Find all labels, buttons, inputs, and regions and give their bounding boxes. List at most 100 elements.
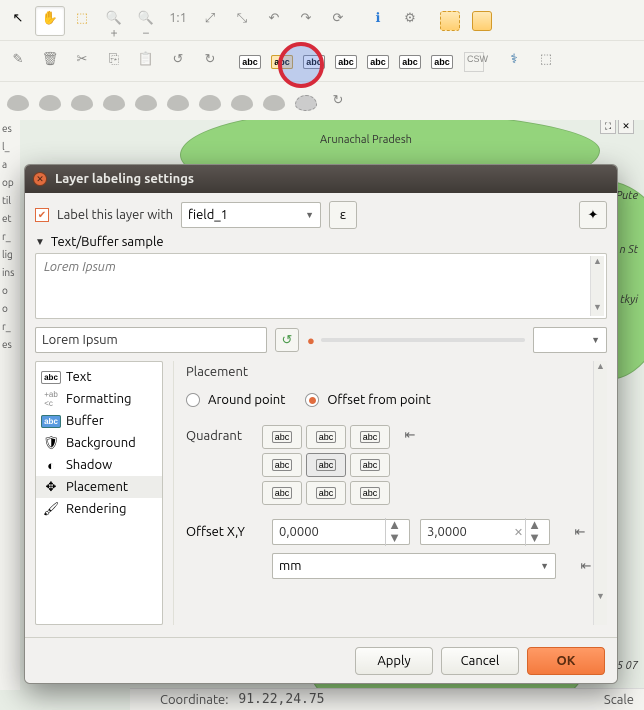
size-slider-handle[interactable]: ● bbox=[307, 333, 315, 348]
bg-color-dropdown[interactable]: ▼ bbox=[533, 327, 607, 353]
cat-text[interactable]: abcText bbox=[36, 366, 162, 388]
unit-dropdown[interactable]: mm ▼ bbox=[272, 553, 556, 579]
cat-buffer[interactable]: abcBuffer bbox=[36, 410, 162, 432]
d8[interactable] bbox=[227, 88, 257, 118]
dialog-title: Layer labeling settings bbox=[55, 172, 194, 186]
offset-y-input[interactable]: 3,0000 ✕▲▼ bbox=[420, 519, 550, 545]
refresh-tool[interactable]: ⟳ bbox=[323, 6, 353, 36]
cat-shadow[interactable]: ◐Shadow bbox=[36, 454, 162, 476]
d10[interactable] bbox=[291, 88, 321, 118]
d4[interactable] bbox=[99, 88, 129, 118]
d1[interactable] bbox=[3, 88, 33, 118]
d5[interactable] bbox=[131, 88, 161, 118]
d7[interactable] bbox=[195, 88, 225, 118]
paste-tool[interactable]: 📋 bbox=[131, 47, 161, 77]
toolbar-row-2: ✎ 🗑 ✂ ⎘ 📋 ↺ ↻ abc abc abc abc abc abc ab… bbox=[0, 41, 644, 82]
undo-tool[interactable]: ↺ bbox=[163, 47, 193, 77]
panel-title: Placement bbox=[186, 365, 599, 379]
dialog-titlebar[interactable]: ✕ Layer labeling settings bbox=[25, 165, 617, 193]
d2[interactable] bbox=[35, 88, 65, 118]
settings-tool[interactable]: ⚙ bbox=[395, 6, 425, 36]
panel-detach-icon[interactable]: ⛶ bbox=[600, 120, 616, 134]
radio-offset-point[interactable] bbox=[305, 393, 319, 407]
apply-button[interactable]: Apply bbox=[355, 647, 433, 675]
select-tool2[interactable] bbox=[467, 6, 497, 36]
offset-override-icon[interactable]: ⇤ bbox=[570, 522, 590, 542]
edit-tool[interactable]: ✎ bbox=[3, 47, 33, 77]
radio-around-point[interactable] bbox=[186, 393, 200, 407]
panel-scrollbar[interactable]: ▲▼ bbox=[593, 361, 607, 625]
cat-placement[interactable]: ✥Placement bbox=[36, 476, 162, 498]
label-tool-6[interactable]: abc bbox=[395, 47, 425, 77]
quad-tl[interactable]: abc bbox=[262, 425, 302, 449]
label-tool[interactable]: abc bbox=[235, 47, 265, 77]
panel-close-icon[interactable]: ✕ bbox=[618, 120, 634, 134]
zoom-layer-tool[interactable]: ⤢ bbox=[195, 6, 225, 36]
csw-tool[interactable]: CSW bbox=[459, 47, 489, 77]
d6[interactable] bbox=[163, 88, 193, 118]
label-tool-7[interactable]: abc bbox=[427, 47, 457, 77]
d3[interactable] bbox=[67, 88, 97, 118]
label-layer-checkbox[interactable]: ✔ bbox=[35, 208, 49, 222]
offset-label: Offset X,Y bbox=[186, 525, 262, 539]
engine-settings-button[interactable]: ✦ bbox=[579, 201, 607, 229]
left-panel-strip: esl_aoptiletr_liginsoor_es bbox=[0, 120, 20, 690]
quad-tr[interactable]: abc bbox=[350, 425, 390, 449]
zoom-next-tool[interactable]: ↷ bbox=[291, 6, 321, 36]
cat-rendering[interactable]: 🖌Rendering bbox=[36, 498, 162, 520]
cancel-button[interactable]: Cancel bbox=[441, 647, 519, 675]
sample-text-input[interactable]: Lorem Ipsum bbox=[35, 327, 267, 353]
trash-tool[interactable]: 🗑 bbox=[35, 47, 65, 77]
size-slider[interactable] bbox=[321, 338, 525, 342]
quadrant-override-icon[interactable]: ⇤ bbox=[400, 425, 420, 445]
d9[interactable] bbox=[259, 88, 289, 118]
pan-selection-tool[interactable]: ⬚ bbox=[67, 6, 97, 36]
cat-background[interactable]: 🛡Background bbox=[36, 432, 162, 454]
sample-header[interactable]: ▼ Text/Buffer sample bbox=[35, 235, 607, 249]
zoom-out-tool[interactable]: 🔍− bbox=[131, 6, 161, 36]
reset-sample-button[interactable]: ↺ bbox=[275, 328, 299, 352]
pan-tool[interactable]: ✋ bbox=[35, 6, 65, 36]
zoom-full-tool[interactable]: 1:1 bbox=[163, 6, 193, 36]
coord-value: 91.22,24.75 bbox=[238, 692, 324, 707]
zoom-selection-tool[interactable]: ⤡ bbox=[227, 6, 257, 36]
cut-tool[interactable]: ✂ bbox=[67, 47, 97, 77]
toolbar-row-1: ↖ ✋ ⬚ 🔍+ 🔍− 1:1 ⤢ ⤡ ↶ ↷ ⟳ ℹ ⚙ bbox=[0, 0, 644, 41]
copy-tool[interactable]: ⎘ bbox=[99, 47, 129, 77]
zoom-in-tool[interactable]: 🔍+ bbox=[99, 6, 129, 36]
unit-value: mm bbox=[279, 559, 301, 573]
redo-tool[interactable]: ↻ bbox=[195, 47, 225, 77]
label-tool-4[interactable]: abc bbox=[331, 47, 361, 77]
cursor-tool[interactable]: ↖ bbox=[3, 6, 33, 36]
quad-mc[interactable]: abc bbox=[306, 453, 346, 477]
plugin-tool[interactable]: ⬚ bbox=[531, 47, 561, 77]
quad-mr[interactable]: abc bbox=[350, 453, 390, 477]
python-tool[interactable]: ⚕ bbox=[499, 47, 529, 77]
coord-label: Coordinate: bbox=[160, 693, 228, 707]
label-tool-2[interactable]: abc bbox=[267, 47, 297, 77]
quadrant-label: Quadrant bbox=[186, 425, 262, 505]
clear-icon[interactable]: ✕ bbox=[514, 526, 523, 539]
quad-bc[interactable]: abc bbox=[306, 481, 346, 505]
zoom-last-tool[interactable]: ↶ bbox=[259, 6, 289, 36]
select-rect-tool[interactable] bbox=[435, 6, 465, 36]
expression-button[interactable]: ε bbox=[329, 201, 357, 229]
label-tool-3[interactable]: abc bbox=[299, 47, 329, 77]
quad-bl[interactable]: abc bbox=[262, 481, 302, 505]
offset-x-input[interactable]: 0,0000 ▲▼ bbox=[272, 519, 410, 545]
quadrant-grid: abc abc abc abc abc abc abc abc abc bbox=[262, 425, 390, 505]
label-tool-5[interactable]: abc bbox=[363, 47, 393, 77]
chevron-down-icon: ▼ bbox=[540, 561, 549, 571]
category-list: abcText +ab<cFormatting abcBuffer 🛡Backg… bbox=[35, 361, 163, 625]
field-dropdown[interactable]: field_1 ▼ bbox=[181, 202, 321, 228]
quad-ml[interactable]: abc bbox=[262, 453, 302, 477]
close-icon[interactable]: ✕ bbox=[33, 172, 47, 186]
quad-tc[interactable]: abc bbox=[306, 425, 346, 449]
d11[interactable]: ↻ bbox=[323, 88, 353, 118]
identify-tool[interactable]: ℹ bbox=[363, 6, 393, 36]
quad-br[interactable]: abc bbox=[350, 481, 390, 505]
ok-button[interactable]: OK bbox=[527, 647, 605, 675]
cat-formatting[interactable]: +ab<cFormatting bbox=[36, 388, 162, 410]
chevron-down-icon: ▼ bbox=[305, 210, 314, 220]
sample-scrollbar[interactable]: ▲▼ bbox=[590, 256, 604, 316]
